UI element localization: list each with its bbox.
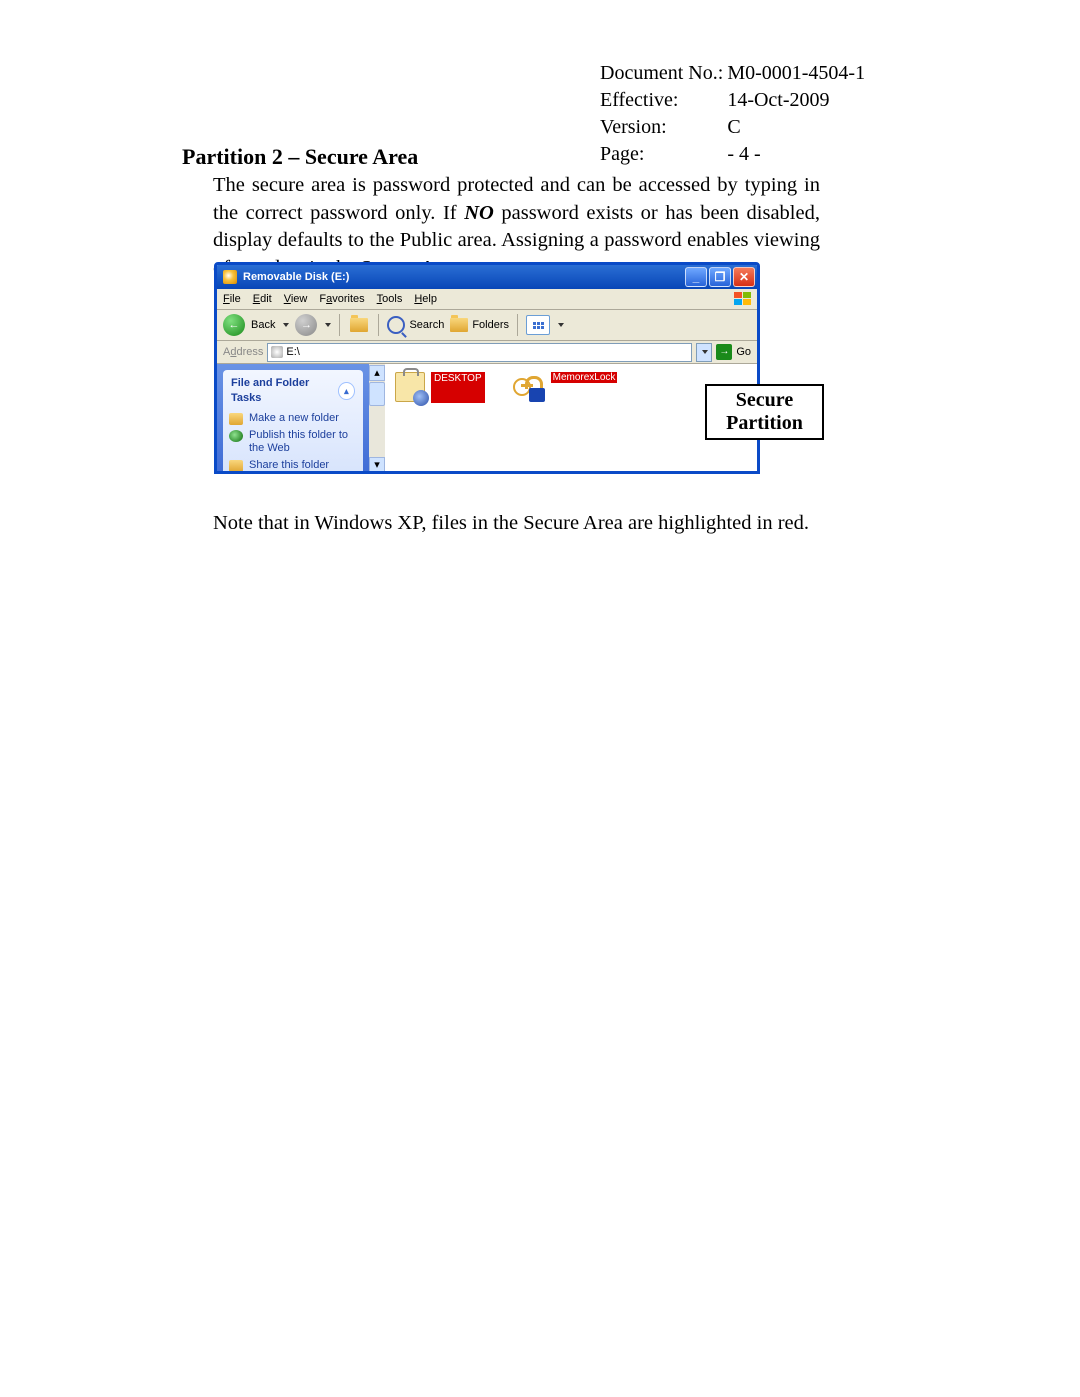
drive-icon [223,270,237,284]
minimize-button[interactable]: _ [685,267,707,287]
back-label[interactable]: Back [251,318,275,333]
folders-button[interactable]: Folders [450,318,509,333]
close-button[interactable]: ✕ [733,267,755,287]
side-panel: File and Folder Tasks ▴ Make a new folde… [217,364,369,474]
meta-value: C [727,114,869,141]
file-item-memorexlock[interactable]: MemorexLock [515,372,618,402]
callout-line: Partition [726,412,803,434]
back-button[interactable]: ← [223,314,245,336]
menu-favorites[interactable]: Favorites [319,292,364,307]
share-folder-icon [229,460,243,472]
go-label[interactable]: Go [736,345,751,360]
callout-line: Secure [736,389,793,411]
emphasis-no: NO [464,202,494,224]
menu-view[interactable]: View [284,292,308,307]
views-icon [533,322,544,329]
search-label: Search [409,318,444,333]
menu-help[interactable]: Help [414,292,437,307]
up-button[interactable] [348,314,370,336]
search-icon [387,316,405,334]
file-label-highlighted: DESKTOP [431,372,485,403]
task-label: Share this folder [249,459,329,472]
doc-meta-block: Document No.: M0-0001-4504-1 Effective: … [600,60,869,168]
back-dropdown-icon[interactable] [283,323,289,327]
file-pane[interactable]: DESKTOP MemorexLock [385,364,757,474]
address-bar: Address E:\ → Go [217,341,757,364]
menu-file[interactable]: File [223,292,241,307]
meta-label: Document No.: [600,60,727,87]
collapse-button[interactable]: ▴ [338,382,355,400]
explorer-window: Removable Disk (E:) _ ❐ ✕ File Edit View… [214,262,760,474]
note-paragraph: Note that in Windows XP, files in the Se… [213,510,820,538]
scroll-up-button[interactable]: ▴ [369,365,385,381]
new-folder-icon [229,413,243,425]
meta-label: Version: [600,114,727,141]
address-value: E:\ [286,345,299,360]
scroll-thumb[interactable] [369,382,385,406]
task-item[interactable]: Make a new folder [229,410,357,427]
go-button[interactable]: → [716,344,732,360]
section-heading: Partition 2 – Secure Area [182,142,418,172]
separator [378,314,379,336]
menubar: File Edit View Favorites Tools Help [217,289,757,310]
meta-label: Page: [600,141,727,168]
task-item[interactable]: Share this folder [229,457,357,474]
tasks-card: File and Folder Tasks ▴ Make a new folde… [223,370,363,474]
task-label: Make a new folder [249,412,339,425]
separator [339,314,340,336]
file-label-highlighted: MemorexLock [551,372,618,383]
window-title: Removable Disk (E:) [243,270,349,285]
meta-value: M0-0001-4504-1 [727,60,869,87]
views-dropdown-icon[interactable] [558,323,564,327]
file-item-desktop[interactable]: DESKTOP [395,372,485,403]
menu-edit[interactable]: Edit [253,292,272,307]
separator [517,314,518,336]
folder-icon [450,318,468,332]
meta-label: Effective: [600,87,727,114]
menu-tools[interactable]: Tools [377,292,403,307]
meta-value: - 4 - [727,141,869,168]
address-field[interactable]: E:\ [267,343,692,362]
address-label: Address [223,345,263,360]
drive-icon [271,346,283,358]
task-label: Publish this folder to the Web [249,429,357,455]
lock-icon [515,372,545,402]
tasks-heading: File and Folder Tasks [231,376,338,406]
views-button[interactable] [526,315,550,335]
search-button[interactable]: Search [387,316,444,334]
config-file-icon [395,372,425,402]
chevron-down-icon [702,350,708,354]
callout-box: Secure Partition [705,384,824,440]
forward-dropdown-icon[interactable] [325,323,331,327]
maximize-button[interactable]: ❐ [709,267,731,287]
toolbar: ← Back → Search Folders [217,310,757,341]
windows-flag-icon [731,289,755,309]
scroll-down-button[interactable]: ▾ [369,457,385,473]
address-dropdown[interactable] [696,343,712,362]
titlebar[interactable]: Removable Disk (E:) _ ❐ ✕ [217,265,757,289]
folder-up-icon [350,318,368,332]
scrollbar[interactable]: ▴ ▾ [369,364,385,474]
task-item[interactable]: Publish this folder to the Web [229,427,357,457]
meta-value: 14-Oct-2009 [727,87,869,114]
forward-button[interactable]: → [295,314,317,336]
folders-label: Folders [472,318,509,333]
globe-icon [229,430,243,442]
